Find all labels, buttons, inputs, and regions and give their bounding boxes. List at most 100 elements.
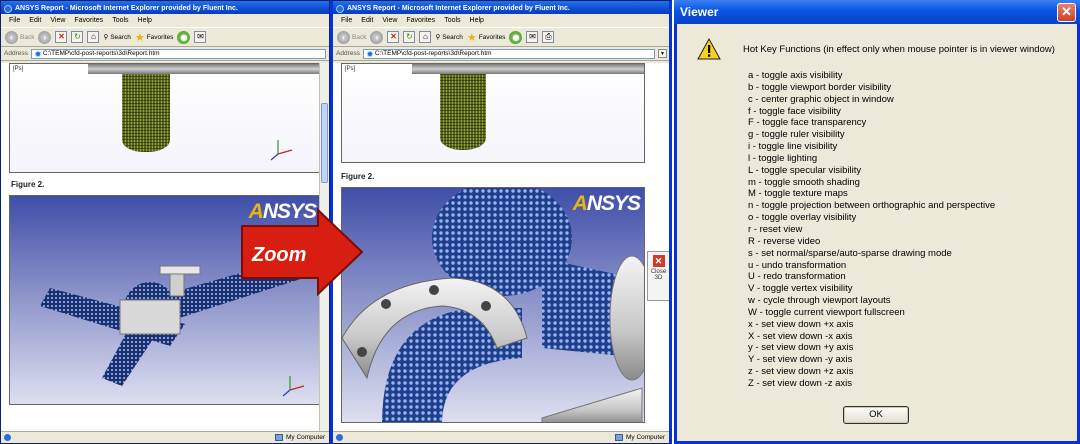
stop-button[interactable]: ✕	[387, 31, 400, 43]
figure-1-viewport[interactable]: [Ps]	[341, 63, 645, 163]
axis-triad-icon	[270, 140, 293, 161]
back-button[interactable]: ‹ Back	[5, 30, 35, 44]
hotkey-item: m - toggle smooth shading	[748, 176, 860, 188]
menu-help[interactable]: Help	[138, 17, 152, 27]
menu-view[interactable]: View	[50, 17, 65, 27]
back-button[interactable]: ‹ Back	[337, 30, 366, 44]
search-button[interactable]: ⚲ Search	[435, 33, 463, 42]
favorites-button[interactable]: ★ Favorites	[135, 31, 174, 44]
stop-button[interactable]: ✕	[55, 31, 68, 43]
favorites-star-icon: ★	[466, 31, 477, 44]
address-label: Address	[336, 50, 360, 57]
hotkey-item: o - toggle overlay visibility	[748, 212, 857, 224]
menu-file[interactable]: File	[9, 17, 20, 27]
ps-code: [Ps]	[345, 66, 356, 72]
hotkey-item: W - toggle current viewport fullscreen	[748, 306, 905, 318]
hotkey-item: w - cycle through viewport layouts	[748, 295, 891, 307]
favorites-label: Favorites	[146, 33, 174, 41]
forward-button[interactable]: ›	[38, 30, 52, 44]
status-zone: My Computer	[285, 434, 325, 441]
hotkey-item: a - toggle axis visibility	[748, 70, 843, 81]
back-label: Back	[20, 33, 35, 41]
menu-help[interactable]: Help	[470, 17, 484, 27]
hotkey-item: l - toggle lighting	[748, 152, 818, 164]
hotkey-item: M - toggle texture maps	[748, 188, 848, 200]
middle-window-title: ANSYS Report - Microsoft Internet Explor…	[347, 5, 570, 12]
ok-button[interactable]: OK	[843, 406, 909, 424]
left-menu-bar: File Edit View Favorites Tools Help	[1, 14, 329, 27]
menu-favorites[interactable]: Favorites	[406, 17, 435, 27]
page-status-icon	[4, 434, 11, 441]
menu-favorites[interactable]: Favorites	[74, 17, 103, 27]
middle-title-bar[interactable]: ANSYS Report - Microsoft Internet Explor…	[333, 1, 669, 14]
mail-button[interactable]: ✉	[526, 31, 539, 43]
middle-toolbar: ‹ Back › ✕ ↻ ⌂ ⚲ Search ★ Favorites ◉ ✉ ⎙	[333, 27, 669, 47]
zoom-arrow-callout: Zoom	[241, 208, 364, 296]
address-value: C:\TEMP\cfd-post-reports\3d\Report.htm	[374, 50, 492, 57]
address-dropdown-icon[interactable]: ▼	[658, 49, 667, 58]
menu-edit[interactable]: Edit	[29, 17, 41, 27]
hotkey-item: n - toggle projection between orthograph…	[748, 200, 996, 212]
hotkey-item: r - reset view	[748, 223, 803, 235]
search-button[interactable]: ⚲ Search	[103, 33, 131, 42]
status-zone: My Computer	[625, 434, 665, 441]
left-toolbar: ‹ Back › ✕ ↻ ⌂ ⚲ Search ★ Favorites ◉ ✉	[1, 27, 329, 47]
favorites-button[interactable]: ★ Favorites	[467, 31, 506, 44]
middle-status-bar: My Computer	[333, 431, 669, 443]
viewer-dialog: Viewer ✕ Hot Key Functions (in effect on…	[674, 0, 1080, 444]
ps-code: [Ps]	[13, 66, 24, 72]
green-mesh-pipe	[122, 74, 170, 152]
viewer-close-button[interactable]: ✕	[1057, 2, 1076, 22]
scroll-thumb[interactable]	[321, 103, 328, 183]
refresh-button[interactable]: ↻	[403, 31, 416, 43]
hotkey-item: F - toggle face transparency	[748, 117, 867, 129]
back-arrow-icon: ‹	[5, 30, 18, 44]
mail-button[interactable]: ✉	[194, 31, 207, 43]
menu-tools[interactable]: Tools	[444, 17, 460, 27]
search-label: Search	[110, 33, 131, 41]
middle-address-bar: Address C:\TEMP\cfd-post-reports\3d\Repo…	[333, 47, 669, 61]
pipe-support-beam	[412, 64, 644, 74]
hotkey-list: a - toggle axis visibility b - toggle vi…	[748, 70, 995, 390]
search-icon: ⚲	[435, 34, 441, 41]
favorites-label: Favorites	[478, 33, 506, 41]
figure-1-viewport[interactable]: [Ps]	[9, 63, 321, 173]
address-input[interactable]: C:\TEMP\cfd-post-reports\3d\Report.htm	[362, 48, 655, 59]
menu-tools[interactable]: Tools	[112, 17, 128, 27]
hotkey-item: i - toggle line visibility	[748, 141, 838, 153]
my-computer-icon	[274, 434, 283, 441]
address-input[interactable]: C:\TEMP\cfd-post-reports\3d\Report.htm	[30, 48, 326, 59]
viewer-title: Viewer	[680, 5, 719, 19]
figure-2-zoomed-viewport[interactable]: ANSYS	[341, 187, 645, 423]
left-title-bar[interactable]: ANSYS Report - Microsoft Internet Explor…	[1, 1, 329, 14]
menu-view[interactable]: View	[382, 17, 397, 27]
left-status-bar: My Computer	[1, 431, 329, 443]
media-button[interactable]: ◉	[177, 30, 191, 44]
refresh-button[interactable]: ↻	[71, 31, 84, 43]
viewer-title-bar[interactable]: Viewer ✕	[674, 0, 1080, 24]
hotkey-item: b - toggle viewport border visibility	[748, 81, 892, 93]
print-button[interactable]: ⎙	[542, 31, 555, 43]
forward-button[interactable]: ›	[370, 30, 384, 44]
hotkey-item: y - set view down +y axis	[748, 342, 854, 354]
search-label: Search	[442, 33, 463, 41]
close-3d-button[interactable]: ✕ Close 3D	[647, 251, 669, 301]
home-button[interactable]: ⌂	[87, 31, 100, 43]
my-computer-icon	[614, 434, 623, 441]
hotkey-item: R - reverse video	[748, 235, 821, 247]
hotkey-item: s - set normal/sparse/auto-sparse drawin…	[748, 247, 952, 259]
home-button[interactable]: ⌂	[419, 31, 432, 43]
axis-triad-icon	[282, 376, 305, 397]
page-status-icon	[336, 434, 343, 441]
middle-page-content: [Ps] Figure 2. ANSYS ✕ Close 3D	[333, 63, 669, 431]
favorites-star-icon: ★	[134, 31, 145, 44]
media-button[interactable]: ◉	[509, 30, 523, 44]
menu-file[interactable]: File	[341, 17, 352, 27]
hotkey-item: f - toggle face visibility	[748, 105, 841, 117]
left-window-title: ANSYS Report - Microsoft Internet Explor…	[15, 5, 238, 12]
menu-edit[interactable]: Edit	[361, 17, 373, 27]
page-icon	[34, 50, 41, 57]
figure-2-label: Figure 2.	[11, 180, 45, 189]
zoom-label: Zoom	[251, 244, 306, 266]
page-icon	[366, 50, 373, 57]
